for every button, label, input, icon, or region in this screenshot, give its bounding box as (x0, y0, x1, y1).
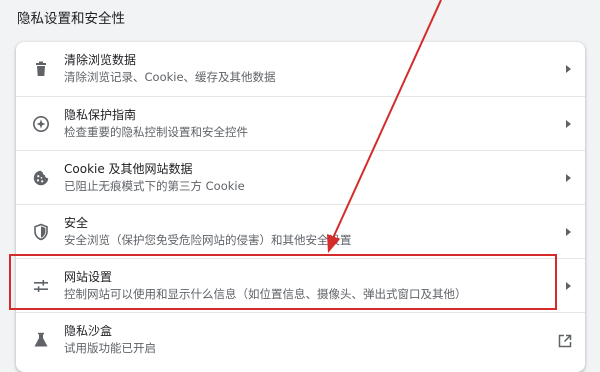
privacy-security-card: 清除浏览数据 清除浏览记录、Cookie、缓存及其他数据 隐私保护指南 检查重要… (16, 42, 585, 372)
row-privacy-sandbox[interactable]: 隐私沙盒 试用版功能已开启 (16, 312, 585, 366)
row-privacy-guide[interactable]: 隐私保护指南 检查重要的隐私控制设置和安全控件 (16, 96, 585, 150)
chevron-right-icon[interactable] (566, 119, 571, 128)
chevron-right-icon[interactable] (566, 227, 571, 236)
sliders-icon (32, 277, 50, 295)
row-clear-browsing-data[interactable]: 清除浏览数据 清除浏览记录、Cookie、缓存及其他数据 (16, 42, 585, 96)
cookie-icon (32, 169, 50, 187)
row-subtitle: 安全浏览（保护您免受危险网站的侵害）和其他安全设置 (64, 233, 352, 247)
shield-icon (32, 223, 50, 241)
row-title: 清除浏览数据 (64, 53, 137, 67)
flask-icon (32, 331, 50, 349)
row-subtitle: 控制网站可以使用和显示什么信息（如位置信息、摄像头、弹出式窗口及其他） (64, 287, 467, 301)
external-link-icon[interactable] (558, 333, 572, 347)
row-site-settings[interactable]: 网站设置 控制网站可以使用和显示什么信息（如位置信息、摄像头、弹出式窗口及其他） (16, 258, 585, 312)
row-subtitle: 试用版功能已开启 (64, 341, 156, 355)
row-title: 安全 (64, 216, 89, 230)
row-cookies[interactable]: Cookie 及其他网站数据 已阻止无痕模式下的第三方 Cookie (16, 150, 585, 204)
privacy-guide-icon (32, 115, 50, 133)
chevron-right-icon[interactable] (566, 173, 571, 182)
trash-icon (32, 60, 50, 78)
row-security[interactable]: 安全 安全浏览（保护您免受危险网站的侵害）和其他安全设置 (16, 204, 585, 258)
row-subtitle: 检查重要的隐私控制设置和安全控件 (64, 125, 248, 139)
row-title: Cookie 及其他网站数据 (64, 162, 193, 176)
row-title: 隐私沙盒 (64, 324, 113, 338)
row-title: 隐私保护指南 (64, 108, 137, 122)
chevron-right-icon[interactable] (566, 65, 571, 73)
row-subtitle: 清除浏览记录、Cookie、缓存及其他数据 (64, 70, 276, 84)
row-subtitle: 已阻止无痕模式下的第三方 Cookie (64, 179, 245, 193)
section-title: 隐私设置和安全性 (17, 11, 125, 27)
row-title: 网站设置 (64, 270, 113, 284)
chevron-right-icon[interactable] (566, 281, 571, 290)
